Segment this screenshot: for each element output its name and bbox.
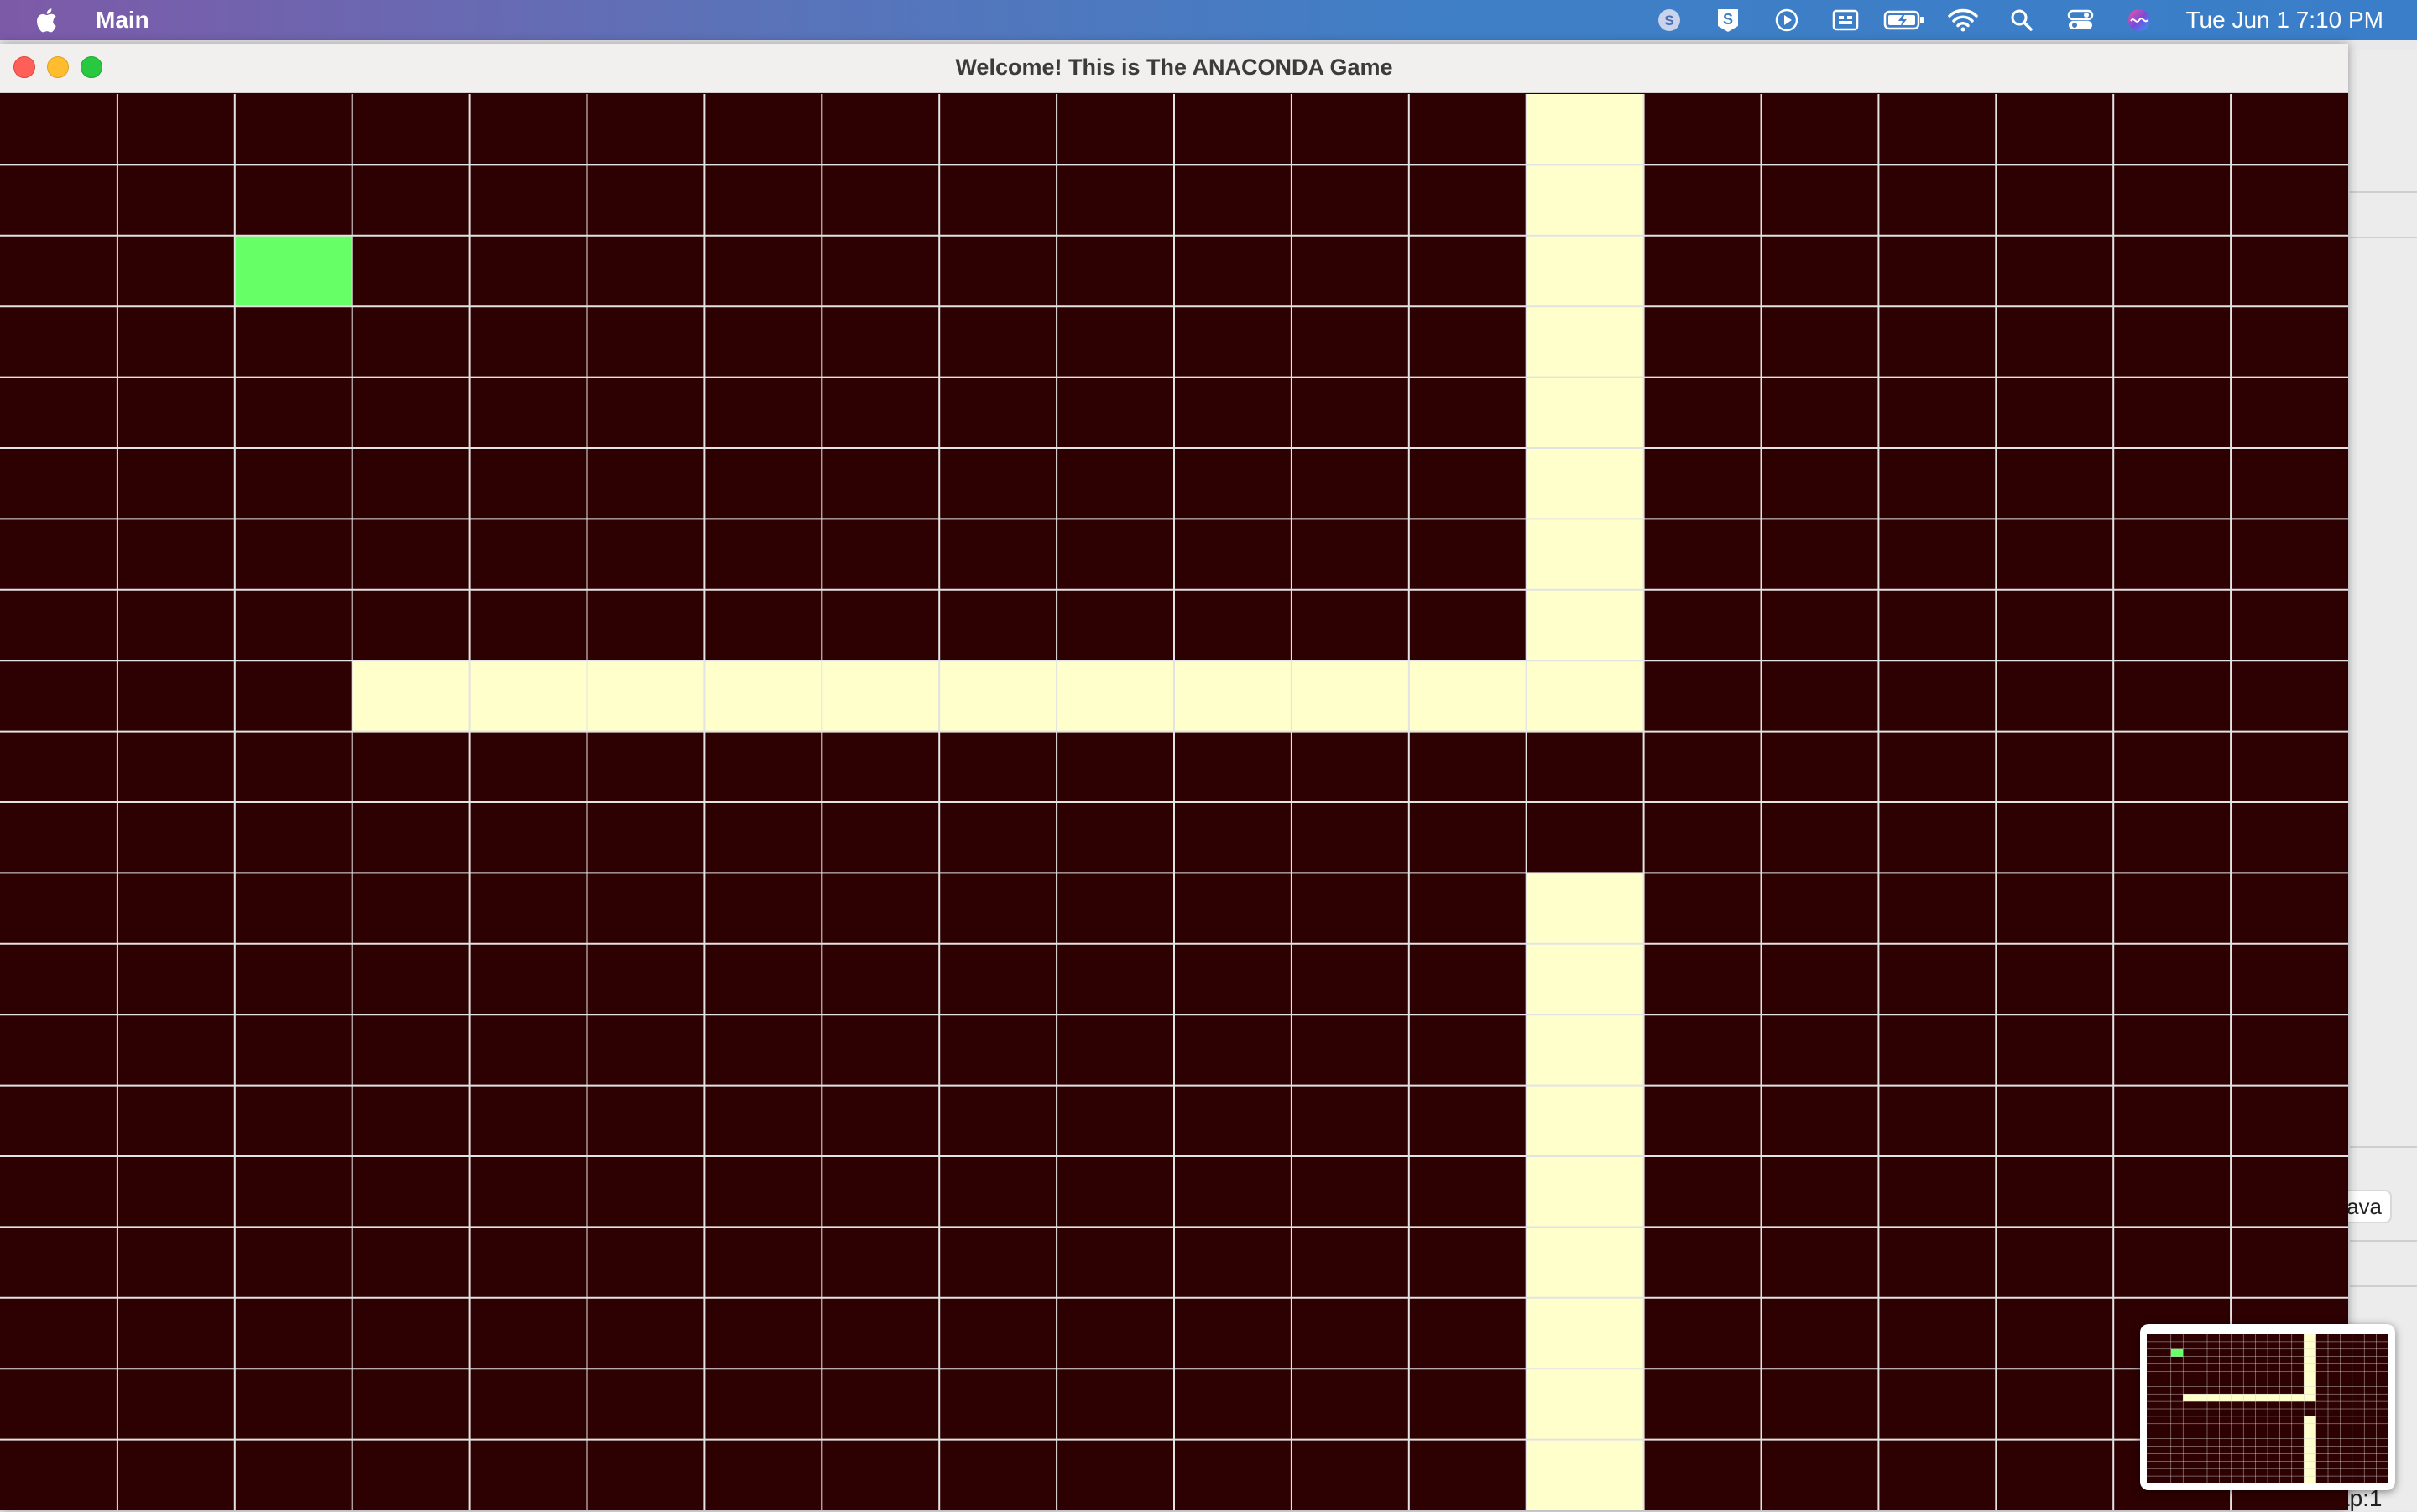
wifi-icon[interactable] [1934,0,1992,40]
snake-segment [1526,1156,1644,1228]
background-divider [2350,191,2417,193]
snake-segment [352,660,470,732]
s-badge-icon[interactable]: S [1699,0,1757,40]
snake-segment [1526,519,1644,590]
svg-text:S: S [1665,13,1674,29]
snake-segment [1526,589,1644,661]
snake-segment [1526,660,1644,732]
background-window [2350,50,2417,1510]
snake-segment [1057,660,1174,732]
snake-segment [1408,660,1527,732]
snake-segment [704,660,822,732]
snake-segment [1526,1014,1644,1086]
background-divider [2350,237,2417,238]
siri-icon[interactable] [2110,0,2169,40]
snake-segment [1526,235,1644,307]
snake-segment [1526,94,1644,165]
game-board[interactable] [0,94,2348,1510]
snake-segment [1526,943,1644,1015]
snake-segment [1526,448,1644,519]
snake-segment [1526,1227,1644,1298]
snake-segment [1526,873,1644,944]
screenshot-thumbnail[interactable] [2140,1324,2395,1490]
play-icon[interactable] [1757,0,1816,40]
display-icon[interactable] [1816,0,1875,40]
game-window: Welcome! This is The ANACONDA Game [0,44,2348,1510]
window-title-bar[interactable]: Welcome! This is The ANACONDA Game [0,44,2348,93]
skype-icon[interactable]: S [1640,0,1699,40]
snake-segment [822,660,940,732]
menu-bar: Main S S Tue Jun 1 7:10 PM [0,0,2417,40]
snake-segment [1526,1439,1644,1510]
thumbnail-board [2147,1334,2388,1483]
game-grid [0,94,2348,1510]
snake-segment [1526,306,1644,378]
food-pellet [234,235,352,307]
snake-segment [939,660,1057,732]
background-divider [2350,1240,2417,1242]
control-center-icon[interactable] [2051,0,2110,40]
snake-segment [1526,1369,1644,1440]
snake-segment [469,660,587,732]
search-icon[interactable] [1992,0,2051,40]
apple-logo-icon[interactable] [34,5,62,35]
snake-segment [1291,660,1409,732]
background-divider [2350,1146,2417,1148]
snake-segment [1526,1085,1644,1156]
snake-segment [1526,1297,1644,1369]
snake-segment [1174,660,1292,732]
status-area: S S Tue Jun 1 7:10 PM [1640,0,2383,40]
menu-clock[interactable]: Tue Jun 1 7:10 PM [2185,7,2383,34]
background-divider [2350,1285,2417,1287]
snake-segment [587,660,705,732]
snake-segment [1526,377,1644,448]
app-menu-title[interactable]: Main [96,7,149,34]
battery-charging-icon[interactable] [1875,0,1934,40]
snake-segment [1526,164,1644,236]
svg-text:S: S [1723,11,1733,28]
window-title: Welcome! This is The ANACONDA Game [955,55,1393,80]
